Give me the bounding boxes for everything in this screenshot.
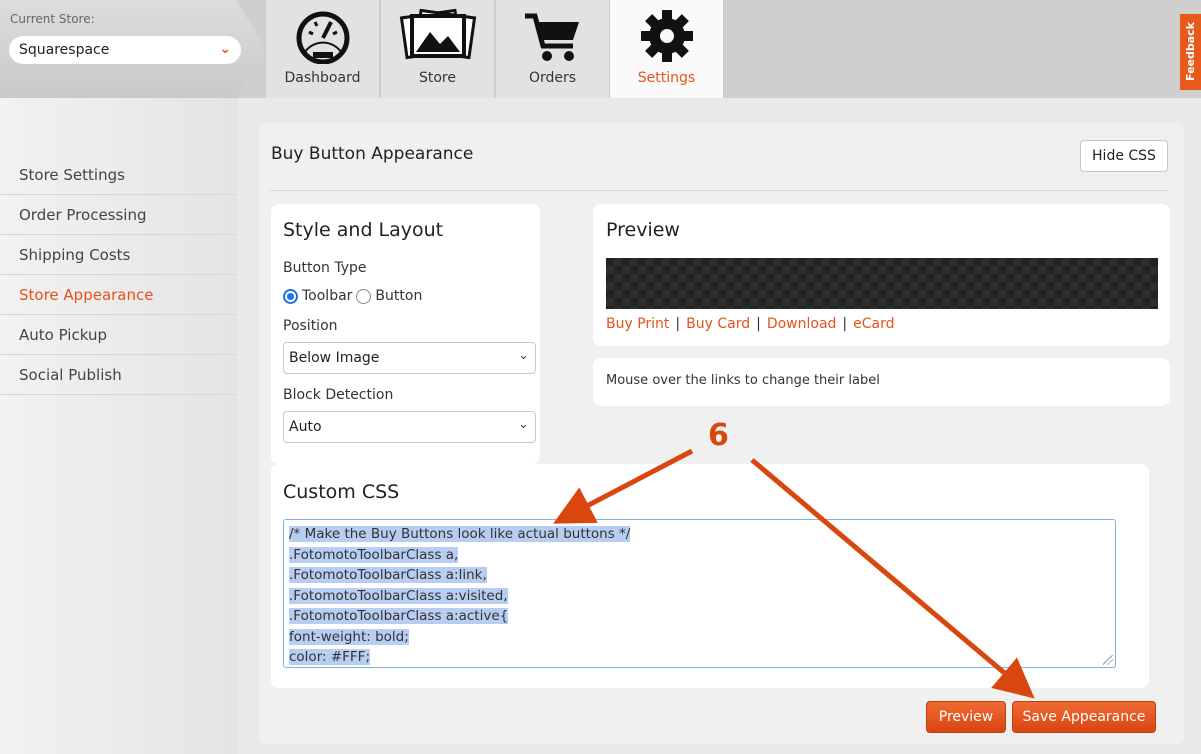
- sidebar-item-order-processing[interactable]: Order Processing: [0, 195, 237, 235]
- sidebar-item-auto-pickup[interactable]: Auto Pickup: [0, 315, 237, 355]
- current-store-label: Current Store:: [10, 12, 95, 26]
- block-detection-label: Block Detection: [283, 387, 394, 403]
- save-appearance-button[interactable]: Save Appearance: [1012, 701, 1156, 733]
- radio-toolbar[interactable]: [283, 288, 298, 304]
- preview-hint: Mouse over the links to change their lab…: [606, 373, 880, 388]
- tab-dashboard-label: Dashboard: [284, 70, 361, 86]
- sidebar: Store Settings Order Processing Shipping…: [0, 98, 237, 754]
- store-select-value: Squarespace: [19, 42, 110, 58]
- gear-icon: [640, 10, 693, 62]
- css-line: .FotomotoToolbarClass a:visited,: [289, 587, 508, 604]
- radio-toolbar-label[interactable]: Toolbar: [302, 288, 352, 304]
- photos-icon: [399, 8, 476, 60]
- css-line: .FotomotoToolbarClass a,: [289, 546, 459, 563]
- css-line: font-weight: bold;: [289, 628, 409, 645]
- sidebar-item-shipping-costs[interactable]: Shipping Costs: [0, 235, 237, 275]
- custom-css-section: Custom CSS /* Make the Buy Buttons look …: [271, 464, 1149, 688]
- tab-dashboard[interactable]: Dashboard: [266, 0, 380, 98]
- position-select-value: Below Image: [289, 350, 380, 366]
- sidebar-item-social-publish[interactable]: Social Publish: [0, 355, 237, 395]
- sidebar-item-store-settings[interactable]: Store Settings: [0, 155, 237, 195]
- current-store-panel: Current Store: Squarespace ⌄: [0, 0, 266, 98]
- tab-orders[interactable]: Orders: [496, 0, 610, 98]
- css-line: /* Make the Buy Buttons look like actual…: [289, 526, 631, 542]
- link-separator: |: [842, 316, 848, 332]
- top-navigation-bar: Current Store: Squarespace ⌄ Dashboard S…: [0, 0, 1201, 98]
- buy-links-toolbar: Buy Print | Buy Card | Download | eCard: [606, 316, 895, 332]
- cart-icon: [524, 13, 579, 61]
- ecard-link[interactable]: eCard: [853, 316, 894, 332]
- tab-settings-label: Settings: [637, 70, 696, 86]
- resize-handle[interactable]: [1103, 655, 1113, 665]
- css-line: .FotomotoToolbarClass a:link,: [289, 567, 487, 583]
- preview-hint-box: Mouse over the links to change their lab…: [593, 358, 1170, 406]
- block-detection-select[interactable]: Auto ⌄: [283, 411, 536, 443]
- gauge-icon: [296, 11, 349, 64]
- buy-card-link[interactable]: Buy Card: [686, 316, 750, 332]
- custom-css-title: Custom CSS: [283, 481, 400, 503]
- chevron-down-icon: ⌄: [518, 348, 529, 363]
- feedback-tab[interactable]: Feedback: [1180, 14, 1201, 90]
- page-title: Buy Button Appearance: [271, 144, 474, 164]
- preview-image: [606, 258, 1158, 309]
- step-number: 6: [708, 418, 729, 453]
- block-detection-select-value: Auto: [289, 419, 322, 435]
- hide-css-button[interactable]: Hide CSS: [1080, 140, 1168, 172]
- preview-button[interactable]: Preview: [926, 701, 1006, 733]
- link-separator: |: [675, 316, 681, 332]
- buy-print-link[interactable]: Buy Print: [606, 316, 669, 332]
- tab-settings[interactable]: Settings: [610, 0, 724, 98]
- radio-button-label[interactable]: Button: [375, 288, 422, 304]
- store-select[interactable]: Squarespace ⌄: [9, 36, 241, 64]
- sidebar-item-store-appearance[interactable]: Store Appearance: [0, 275, 237, 315]
- button-type-radio-group: Toolbar Button: [283, 288, 422, 304]
- custom-css-textarea[interactable]: /* Make the Buy Buttons look like actual…: [283, 519, 1116, 668]
- chevron-down-icon: ⌄: [518, 417, 529, 432]
- style-layout-title: Style and Layout: [283, 219, 444, 241]
- tab-store[interactable]: Store: [381, 0, 495, 98]
- style-layout-section: Style and Layout Button Type Toolbar But…: [271, 204, 540, 464]
- css-line: .FotomotoToolbarClass a:active{: [289, 608, 509, 624]
- preview-title: Preview: [606, 219, 680, 241]
- radio-button[interactable]: [356, 288, 372, 304]
- preview-section: Preview Buy Print | Buy Card | Download | eCar…: [593, 204, 1170, 346]
- download-link[interactable]: Download: [767, 316, 837, 332]
- position-label: Position: [283, 318, 338, 334]
- css-line: color: #FFF;: [289, 649, 370, 665]
- chevron-down-icon: ⌄: [219, 41, 231, 57]
- button-type-label: Button Type: [283, 260, 367, 276]
- tab-store-label: Store: [418, 70, 456, 86]
- tab-orders-label: Orders: [528, 70, 577, 86]
- link-separator: |: [756, 316, 761, 332]
- divider: [270, 190, 1168, 191]
- position-select[interactable]: Below Image ⌄: [283, 342, 536, 374]
